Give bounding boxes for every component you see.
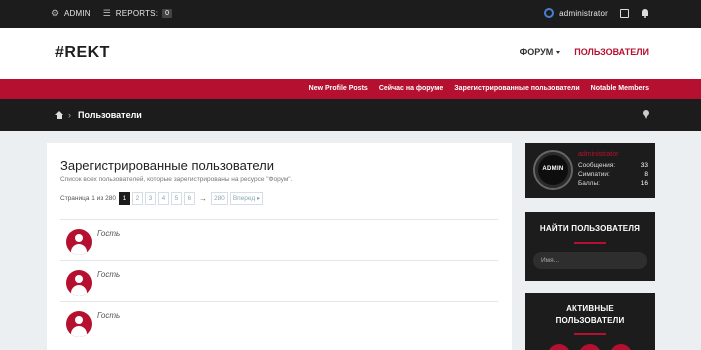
nav-users-label: ПОЛЬЗОВАТЕЛИ	[574, 47, 649, 57]
main-nav: ФОРУМ ПОЛЬЗОВАТЕЛИ	[506, 47, 649, 57]
admin-bar-left: ⚙ ADMIN ☰ REPORTS: 0	[51, 9, 184, 18]
site-logo[interactable]: #REKT	[55, 44, 110, 62]
find-member-block: НАЙТИ ПОЛЬЗОВАТЕЛЯ	[525, 212, 655, 281]
page-link-3[interactable]: 3	[144, 192, 156, 205]
stat-label: Баллы:	[578, 180, 600, 187]
page-link-4[interactable]: 4	[157, 192, 169, 205]
stat-messages: Сообщения: 33	[578, 162, 648, 169]
page-link-1[interactable]: 1	[118, 192, 130, 205]
admin-bar: ⚙ ADMIN ☰ REPORTS: 0 administrator	[0, 0, 701, 28]
subnav-notable-members[interactable]: Notable Members	[591, 85, 649, 92]
page-description: Список всех пользователей, которые зарег…	[60, 176, 293, 183]
page-link-last[interactable]: 280	[210, 192, 228, 205]
stat-label: Сообщения:	[578, 162, 616, 169]
sidebar-user-card: ADMIN administrator Сообщения: 33 Симпат…	[525, 143, 655, 198]
admin-label: ADMIN	[64, 9, 91, 18]
nav-forum-label: ФОРУМ	[519, 47, 554, 57]
user-avatar-icon	[544, 8, 555, 18]
page-link-2[interactable]: 2	[131, 192, 143, 205]
list-icon: ☰	[102, 8, 112, 18]
gear-icon: ⚙	[51, 8, 60, 18]
avatar[interactable]	[66, 311, 92, 337]
next-page-button[interactable]: Вперед ▸	[229, 192, 264, 205]
nav-users[interactable]: ПОЛЬЗОВАТЕЛИ	[574, 47, 649, 57]
active-users-block: АКТИВНЫЕ ПОЛЬЗОВАТЕЛИ	[525, 293, 655, 350]
title-underline	[574, 242, 606, 244]
member-name[interactable]: Гость	[97, 270, 120, 279]
chevron-down-icon	[556, 50, 561, 54]
user-menu[interactable]: administrator	[544, 8, 608, 18]
sub-nav: New Profile Posts Сейчас на форуме Зарег…	[0, 79, 701, 99]
page-link-6[interactable]: 6	[183, 192, 195, 205]
active-users-title-line1: АКТИВНЫЕ	[566, 304, 614, 313]
reports-label: REPORTS:	[115, 9, 159, 18]
home-icon[interactable]	[55, 111, 63, 119]
stat-points: Баллы: 16	[578, 180, 648, 187]
stat-value[interactable]: 8	[644, 171, 648, 178]
subnav-online-now[interactable]: Сейчас на форуме	[379, 85, 443, 92]
stat-likes: Симпатии: 8	[578, 171, 648, 178]
title-underline	[574, 333, 606, 335]
reports-count-badge: 0	[162, 9, 173, 18]
active-users-title-line2: ПОЛЬЗОВАТЕЛИ	[555, 316, 625, 325]
avatar[interactable]	[579, 344, 601, 350]
chevron-right-icon: ›	[68, 110, 71, 120]
admin-bar-right: administrator	[532, 8, 649, 18]
alerts-button[interactable]	[641, 8, 649, 18]
reports-link[interactable]: ☰ REPORTS: 0	[102, 8, 173, 18]
member-search-input[interactable]	[533, 252, 647, 269]
member-name[interactable]: Гость	[97, 311, 120, 320]
sub-nav-links: New Profile Posts Сейчас на форуме Зарег…	[298, 85, 649, 92]
avatar[interactable]	[610, 344, 632, 350]
site-header: #REKT ФОРУМ ПОЛЬЗОВАТЕЛИ	[0, 28, 701, 79]
avatar[interactable]	[66, 229, 92, 255]
location-pin-icon[interactable]	[643, 110, 649, 119]
nav-forum[interactable]: ФОРУМ	[520, 47, 561, 57]
member-name[interactable]: Гость	[97, 229, 120, 238]
stat-value[interactable]: 33	[641, 162, 648, 169]
username-label: administrator	[559, 8, 608, 18]
breadcrumb: › Пользователи	[0, 99, 701, 131]
stat-value[interactable]: 16	[641, 180, 648, 187]
admin-link[interactable]: ⚙ ADMIN	[51, 8, 91, 19]
page-title: Зарегистрированные пользователи	[60, 158, 275, 173]
breadcrumb-current[interactable]: Пользователи	[78, 110, 142, 120]
subnav-registered-members[interactable]: Зарегистрированные пользователи	[454, 85, 579, 92]
avatar[interactable]	[66, 270, 92, 296]
avatar[interactable]: ADMIN	[533, 150, 573, 190]
pagination: Страница 1 из 280 1 2 3 4 5 6 → 280 Впер…	[60, 192, 265, 205]
arrow-right-icon: →	[198, 194, 207, 203]
sidebar-username[interactable]: administrator	[578, 151, 618, 158]
subnav-new-profile-posts[interactable]: New Profile Posts	[309, 85, 368, 92]
page-count-label: Страница 1 из 280	[60, 195, 116, 202]
bell-icon	[641, 8, 649, 18]
stat-label: Симпатии:	[578, 171, 610, 178]
inbox-icon	[620, 8, 629, 18]
conversations-button[interactable]	[620, 8, 629, 18]
avatar-text: ADMIN	[542, 166, 564, 172]
find-member-title: НАЙТИ ПОЛЬЗОВАТЕЛЯ	[539, 224, 641, 233]
list-item: Гость	[60, 260, 498, 301]
page-link-5[interactable]: 5	[170, 192, 182, 205]
list-item: Гость	[60, 219, 498, 260]
list-item: Гость	[60, 301, 498, 342]
avatar[interactable]	[548, 344, 570, 350]
members-list-block: Зарегистрированные пользователи Список в…	[47, 143, 512, 350]
